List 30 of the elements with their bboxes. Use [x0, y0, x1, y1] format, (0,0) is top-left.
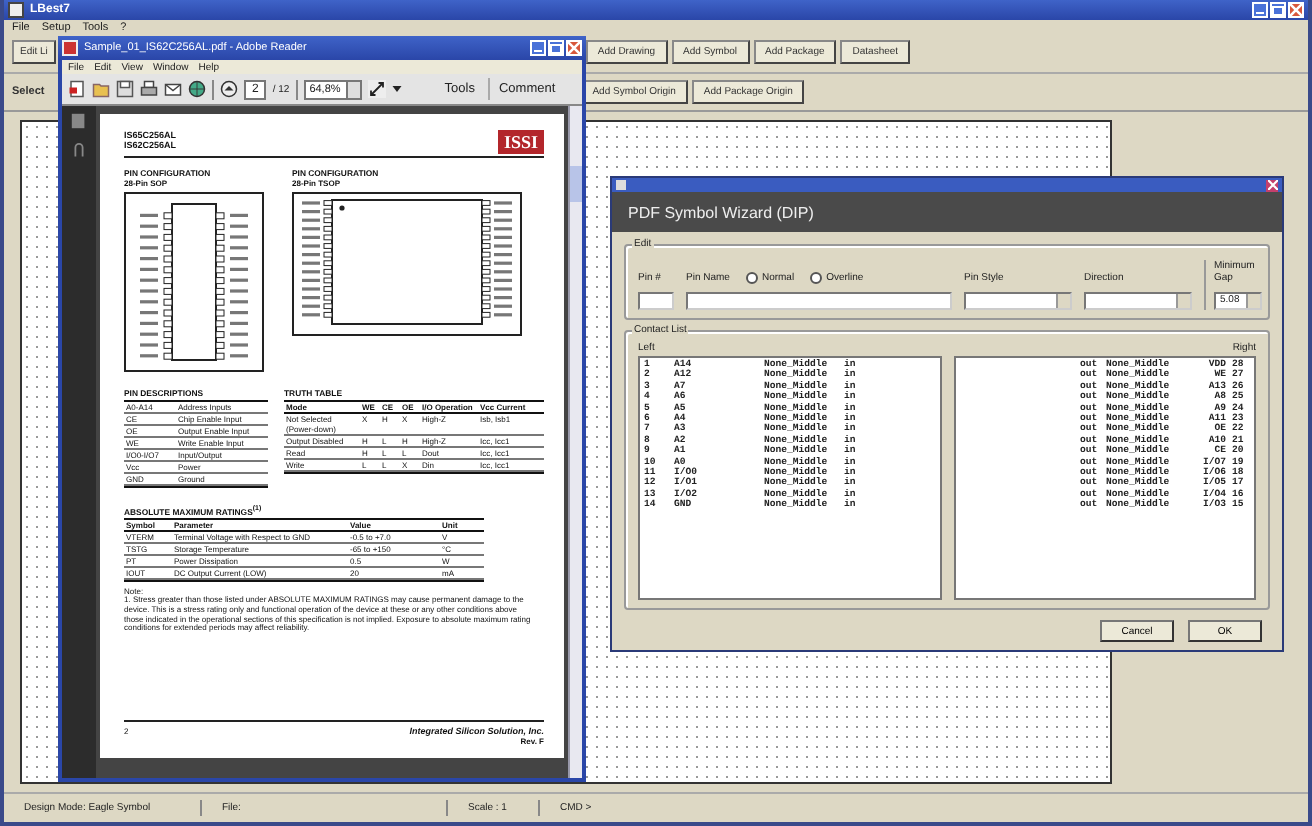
- create-pdf-icon[interactable]: [68, 80, 86, 98]
- app-icon: [8, 2, 24, 18]
- maximize-icon[interactable]: [548, 40, 564, 56]
- pin-name-field[interactable]: [686, 292, 952, 310]
- minimize-icon[interactable]: [1252, 2, 1268, 18]
- save-icon[interactable]: [116, 80, 134, 98]
- resize-arrows-icon[interactable]: [368, 80, 387, 98]
- maximize-icon[interactable]: [1270, 2, 1286, 18]
- close-icon[interactable]: [1288, 2, 1304, 18]
- page-up-icon[interactable]: [220, 80, 238, 98]
- left-pin-list[interactable]: [638, 356, 941, 600]
- mail-icon[interactable]: [164, 80, 182, 98]
- open-folder-icon[interactable]: [92, 80, 110, 98]
- app-icon: [616, 180, 626, 190]
- close-icon[interactable]: [566, 40, 582, 56]
- pin-style-dropdown[interactable]: [964, 292, 1072, 310]
- scrollbar[interactable]: [568, 106, 582, 778]
- print-icon[interactable]: [140, 80, 158, 98]
- caret-icon[interactable]: [392, 86, 403, 92]
- paperclip-icon[interactable]: [70, 142, 88, 160]
- close-icon[interactable]: [1266, 179, 1278, 191]
- company-logo: ISSI: [497, 130, 544, 154]
- pin-number-field[interactable]: [638, 292, 674, 310]
- direction-dropdown[interactable]: [1084, 292, 1192, 310]
- minimize-icon[interactable]: [530, 40, 546, 56]
- document-icon: [62, 40, 78, 56]
- pages-icon[interactable]: [70, 112, 88, 130]
- dialog-title: PDF Symbol Wizard (DIP): [628, 203, 814, 221]
- globe-icon[interactable]: [188, 80, 206, 98]
- right-pin-list[interactable]: [953, 356, 1256, 600]
